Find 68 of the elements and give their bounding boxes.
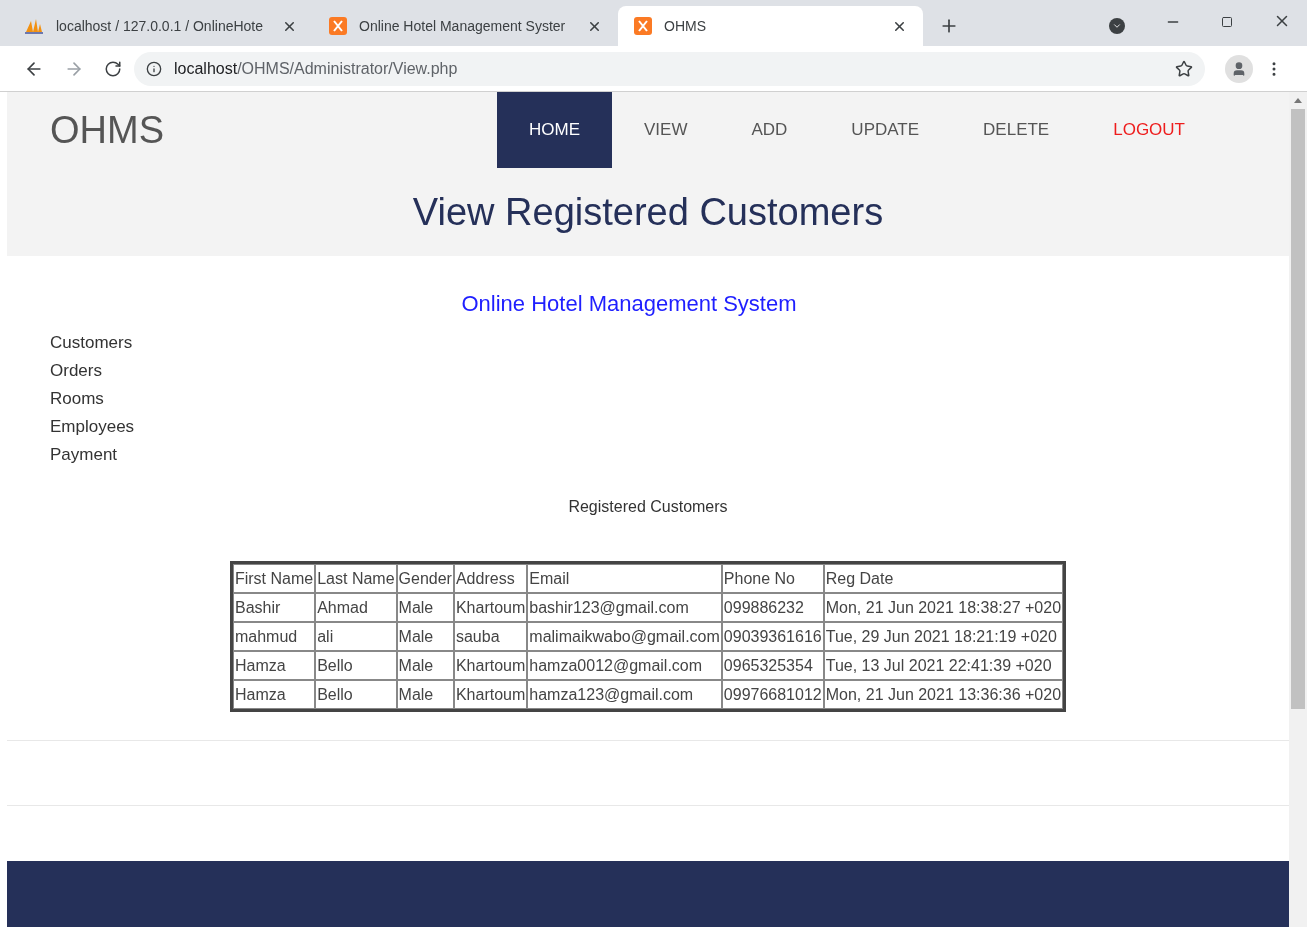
system-name: Online Hotel Management System	[461, 290, 797, 318]
table-cell: Hamza	[232, 651, 316, 680]
sidebar-link[interactable]: Orders	[50, 360, 102, 381]
bookmark-star-icon[interactable]	[1175, 59, 1193, 78]
table-cell: 09976681012	[721, 680, 824, 709]
tab-title: localhost / 127.0.0.1 / OnlineHote	[56, 16, 265, 36]
tab-search-icon[interactable]	[1109, 18, 1125, 34]
restore-icon[interactable]	[1221, 16, 1233, 28]
nav-link[interactable]: LOGOUT	[1081, 92, 1217, 168]
tab-title: Online Hotel Management Syster	[359, 16, 567, 36]
table-cell: Ahmad	[315, 593, 397, 622]
column-header: Address	[453, 564, 528, 593]
table-cell: Mon, 21 Jun 2021 18:38:27 +020	[823, 593, 1064, 622]
nav-link[interactable]: HOME	[497, 92, 612, 168]
url-path: /OHMS/Administrator/View.php	[237, 58, 458, 79]
nav-link[interactable]: ADD	[719, 92, 820, 168]
table-cell: bashir123@gmail.com	[527, 593, 722, 622]
browser-tab[interactable]: localhost / 127.0.0.1 / OnlineHote	[8, 6, 313, 46]
page-title: View Registered Customers	[411, 190, 885, 235]
column-header: Last Name	[315, 564, 397, 593]
column-header: Reg Date	[823, 564, 1064, 593]
sidebar-link[interactable]: Customers	[50, 332, 133, 353]
table-cell: 099886232	[721, 593, 824, 622]
sidebar-link[interactable]: Rooms	[50, 388, 104, 409]
scrollbar[interactable]	[1289, 92, 1307, 927]
table-cell: Tue, 13 Jul 2021 22:41:39 +020	[823, 651, 1064, 680]
table-cell: Male	[396, 593, 454, 622]
column-header: Email	[527, 564, 722, 593]
browser-tab[interactable]: OHMS	[618, 6, 923, 46]
nav-link[interactable]: UPDATE	[819, 92, 952, 168]
table-cell: ali	[315, 622, 397, 651]
table-cell: hamza123@gmail.com	[527, 680, 722, 709]
url-host: localhost	[174, 58, 238, 79]
column-header: Gender	[396, 564, 454, 593]
browser-tab[interactable]: Online Hotel Management Syster	[313, 6, 618, 46]
table-cell: Khartoum	[453, 651, 528, 680]
table-cell: hamza0012@gmail.com	[527, 651, 722, 680]
sail-logo-icon	[24, 18, 44, 34]
table-cell: Bello	[315, 651, 397, 680]
reload-icon[interactable]	[104, 59, 122, 78]
column-header: First Name	[232, 564, 316, 593]
sidebar-link[interactable]: Payment	[50, 444, 118, 465]
table-cell: Khartoum	[453, 593, 528, 622]
tab-title: OHMS	[664, 16, 707, 36]
info-icon[interactable]	[146, 60, 162, 77]
table-cell: sauba	[453, 622, 528, 651]
table-cell: 09039361616	[721, 622, 824, 651]
table-cell: mahmud	[232, 622, 316, 651]
site-logo: OHMS	[50, 108, 165, 153]
address-bar[interactable]: localhost/OHMS/Administrator/View.php	[134, 51, 1205, 86]
table-cell: 0965325354	[721, 651, 824, 680]
table-cell: Male	[396, 651, 454, 680]
table-cell: Male	[396, 680, 454, 709]
table-cell: Bashir	[232, 593, 316, 622]
table-cell: Hamza	[232, 680, 316, 709]
table-cell: Khartoum	[453, 680, 528, 709]
table-cell: Tue, 29 Jun 2021 18:21:19 +020	[823, 622, 1064, 651]
table-cell: malimaikwabo@gmail.com	[527, 622, 722, 651]
table-cell: Male	[396, 622, 454, 651]
nav-link[interactable]: DELETE	[951, 92, 1082, 168]
table-cell: Bello	[315, 680, 397, 709]
profile-avatar-icon[interactable]	[1225, 54, 1253, 83]
sidebar-link[interactable]: Employees	[50, 416, 135, 437]
table-cell: Mon, 21 Jun 2021 13:36:36 +020	[823, 680, 1064, 709]
table-caption: Registered Customers	[568, 497, 728, 517]
nav-link[interactable]: VIEW	[612, 92, 720, 168]
scroll-up-icon[interactable]	[1294, 98, 1302, 103]
column-header: Phone No	[721, 564, 824, 593]
